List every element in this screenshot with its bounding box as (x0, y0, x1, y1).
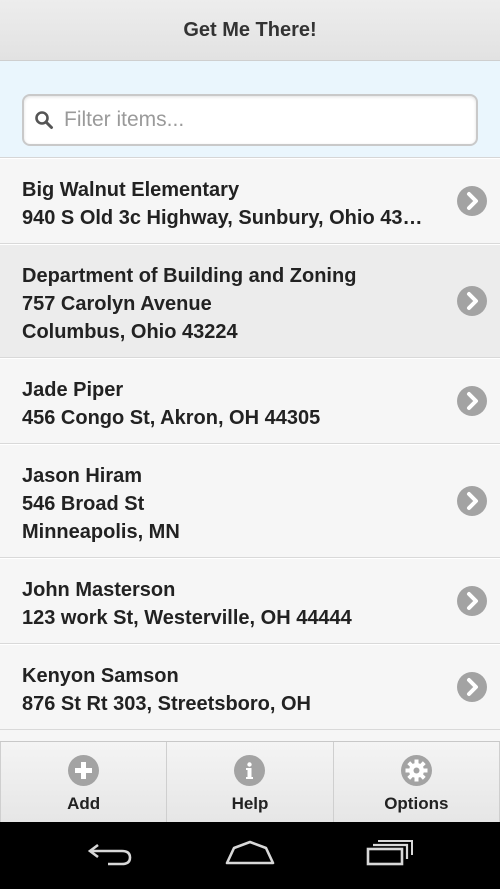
item-title: Big Walnut Elementary (22, 179, 240, 201)
item-title: John Masterson (22, 579, 176, 601)
item-address-line: 757 Carolyn Avenue (22, 293, 212, 315)
home-button[interactable] (210, 822, 290, 889)
list-item[interactable]: Big Walnut Elementary 940 S Old 3c Highwa… (0, 158, 500, 244)
list-item[interactable]: Jade Piper 456 Congo St, Akron, OH 44305 (0, 358, 500, 444)
help-tab[interactable]: Help (167, 742, 334, 822)
chevron-right-icon (457, 486, 487, 516)
chevron-right-icon (457, 672, 487, 702)
location-list: Big Walnut Elementary 940 S Old 3c Highwa… (0, 158, 500, 730)
android-nav-bar (0, 822, 500, 889)
app-header: Get Me There! (0, 0, 500, 61)
item-address-line: 546 Broad St (22, 493, 145, 515)
app-title: Get Me There! (183, 18, 317, 41)
search-input[interactable] (64, 108, 476, 132)
item-address-line: 456 Congo St, Akron, OH 44305 (22, 407, 321, 429)
item-address-line: 123 work St, Westerville, OH 44444 (22, 607, 352, 629)
list-item[interactable]: John Masterson 123 work St, Westerville, … (0, 558, 500, 644)
chevron-right-icon (457, 286, 487, 316)
chevron-right-icon (457, 186, 487, 216)
plus-icon (68, 754, 100, 786)
item-title: Jason Hiram (22, 465, 143, 487)
chevron-right-icon (457, 386, 487, 416)
info-icon (234, 754, 266, 786)
item-address-line: 876 St Rt 303, Streetsboro, OH (22, 693, 311, 715)
options-tab-label: Options (384, 793, 449, 813)
gear-icon (400, 754, 432, 786)
tab-bar: Add Help Options (0, 741, 500, 822)
search-icon (24, 96, 64, 144)
item-title: Department of Building and Zoning (22, 265, 357, 287)
item-title: Kenyon Samson (22, 665, 179, 687)
item-address-line: Minneapolis, MN (22, 521, 180, 543)
list-item[interactable]: Kenyon Samson 876 St Rt 303, Streetsboro,… (0, 644, 500, 730)
search-box[interactable] (22, 94, 478, 146)
recent-apps-button[interactable] (350, 822, 430, 889)
back-button[interactable] (70, 822, 150, 889)
back-icon (86, 839, 134, 872)
home-icon (224, 839, 276, 872)
options-tab[interactable]: Options (334, 742, 500, 822)
item-address-line: Columbus, Ohio 43224 (22, 321, 238, 343)
recent-apps-icon (365, 839, 415, 872)
item-title: Jade Piper (22, 379, 124, 401)
list-item[interactable]: Department of Building and Zoning 757 Car… (0, 244, 500, 358)
help-tab-label: Help (231, 793, 269, 813)
filter-bar (0, 61, 500, 158)
item-address-line: 940 S Old 3c Highway, Sunbury, Ohio 4307… (22, 207, 430, 229)
list-item[interactable]: Jason Hiram 546 Broad St Minneapolis, MN (0, 444, 500, 558)
chevron-right-icon (457, 586, 487, 616)
add-tab[interactable]: Add (0, 742, 168, 822)
add-tab-label: Add (67, 793, 101, 813)
